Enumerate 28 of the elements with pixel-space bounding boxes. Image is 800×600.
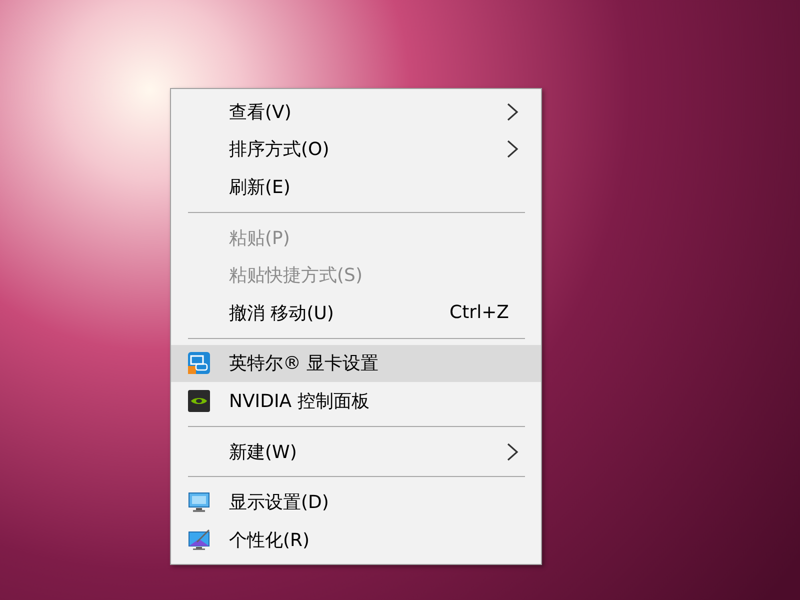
menu-item[interactable]: 刷新(E): [171, 168, 541, 206]
menu-item-label: 撤消 移动(U): [229, 302, 334, 325]
eye-logo-icon: [187, 388, 211, 413]
chevron-right-icon: [507, 102, 519, 121]
monitor-brush-icon: [187, 528, 211, 552]
monitor-icon: [187, 490, 211, 514]
menu-item-label: 英特尔® 显卡设置: [229, 352, 379, 376]
menu-item[interactable]: NVIDIA 控制面板: [171, 382, 541, 420]
menu-item-label: 查看(V): [229, 100, 292, 124]
menu-item-label: 个性化(R): [229, 528, 310, 552]
shortcut-text: Ctrl+Z: [450, 302, 509, 324]
chevron-right-icon: [507, 140, 519, 158]
menu-item[interactable]: 撤消 移动(U) Ctrl+Z: [171, 294, 541, 332]
menu-item[interactable]: 个性化(R): [171, 520, 541, 559]
menu-item-label: 排序方式(O): [229, 138, 330, 162]
menu-item[interactable]: 英特尔® 显卡设置: [171, 344, 541, 382]
chevron-right-icon: [507, 442, 519, 461]
menu-item-label: 粘贴快捷方式(S): [229, 264, 362, 288]
menu-item-label: 粘贴(P): [229, 226, 290, 250]
graphics-settings-icon: [187, 351, 211, 376]
menu-item[interactable]: 显示设置(D): [171, 483, 541, 521]
menu-item[interactable]: 查看(V): [171, 93, 541, 131]
menu-item[interactable]: 新建(W): [171, 432, 541, 470]
menu-item-label: 新建(W): [229, 440, 297, 464]
menu-item-label: 显示设置(D): [229, 491, 329, 514]
menu-item-label: NVIDIA 控制面板: [229, 390, 370, 413]
menu-item[interactable]: 排序方式(O): [171, 130, 541, 168]
menu-item-label: 刷新(E): [229, 176, 290, 199]
